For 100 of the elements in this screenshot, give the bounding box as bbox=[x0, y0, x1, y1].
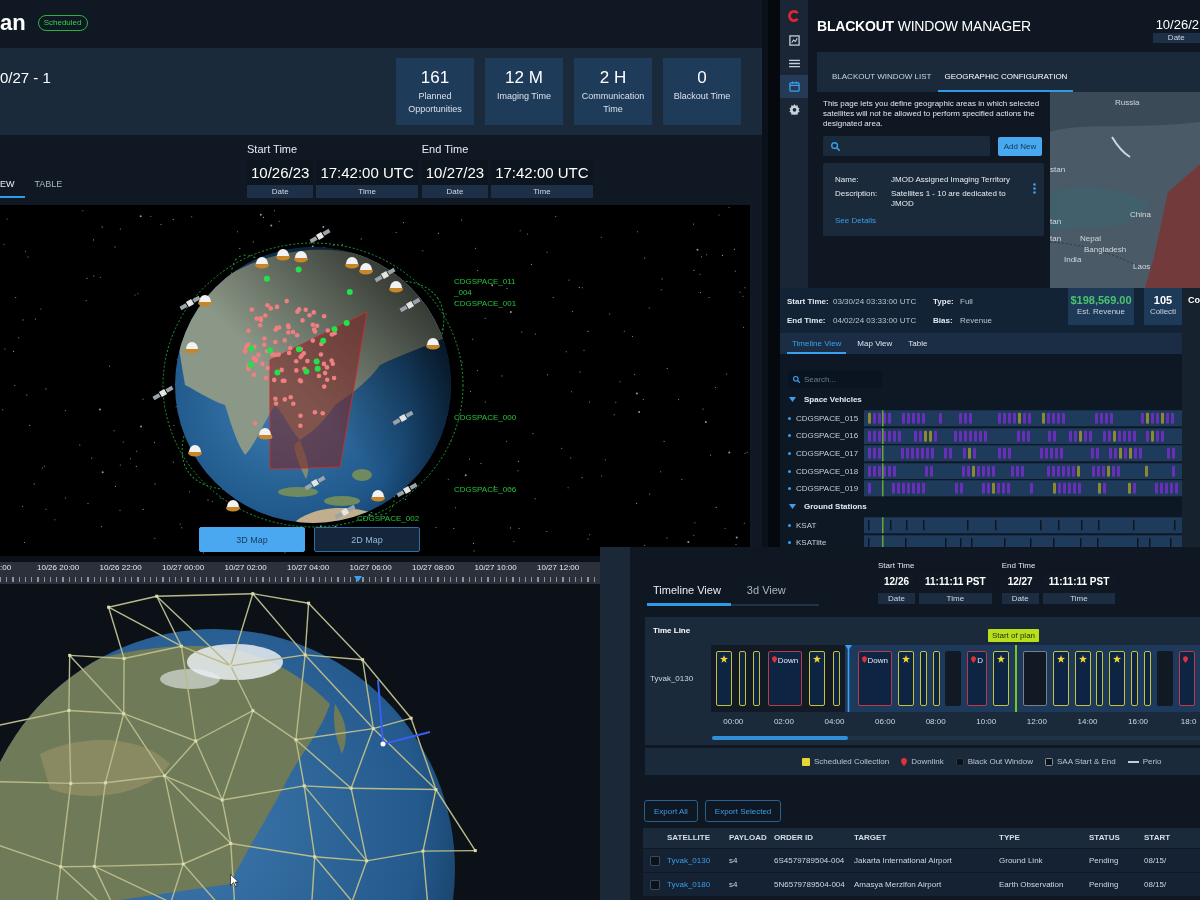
field-value: Satellites 1 - 10 are dedicated to JMOD bbox=[891, 189, 1007, 209]
pass-block[interactable] bbox=[932, 651, 940, 706]
add-new-button[interactable]: Add New bbox=[998, 136, 1042, 156]
field-value: Revenue bbox=[960, 315, 994, 326]
map-mode-button[interactable]: 2D Map bbox=[314, 527, 420, 552]
view-tab[interactable]: TABLE bbox=[34, 179, 73, 198]
time-field[interactable]: 17:42:00 UTC bbox=[491, 160, 593, 185]
satellite-icon[interactable] bbox=[374, 267, 396, 283]
pass-block[interactable] bbox=[919, 651, 927, 706]
scrollbar-thumb[interactable] bbox=[712, 736, 848, 740]
pass-block[interactable] bbox=[739, 651, 747, 706]
field-value: Full bbox=[960, 296, 974, 307]
list-icon bbox=[788, 59, 800, 68]
satellite-icon[interactable] bbox=[399, 297, 421, 313]
tree-item[interactable]: CDGSPACE_018 bbox=[796, 466, 859, 476]
dot-icon bbox=[788, 523, 791, 527]
field-heading: Start Time bbox=[878, 561, 916, 571]
pass-block[interactable] bbox=[753, 651, 761, 706]
checkbox[interactable] bbox=[650, 879, 660, 890]
date-field[interactable]: 10/26/2 bbox=[1152, 16, 1200, 33]
blackout-block bbox=[945, 651, 962, 706]
satellite-icon[interactable] bbox=[426, 338, 440, 350]
tree-item[interactable]: CDGSPACE_019 bbox=[796, 484, 859, 494]
downlink-block[interactable]: D bbox=[967, 651, 988, 706]
satellite-icon[interactable] bbox=[255, 257, 269, 269]
pass-block[interactable] bbox=[832, 651, 840, 706]
axis-label: 08:00 bbox=[924, 716, 947, 728]
collection-block[interactable] bbox=[1074, 651, 1091, 706]
satellite-icon[interactable] bbox=[389, 281, 403, 293]
checkbox[interactable] bbox=[650, 855, 660, 866]
kebab-menu-icon[interactable] bbox=[1033, 183, 1036, 194]
date-field[interactable]: 10/27/23 bbox=[421, 160, 489, 185]
satellite-icon[interactable] bbox=[392, 410, 414, 426]
map-label: tan bbox=[1050, 217, 1062, 226]
stat-value: 2 H bbox=[599, 68, 627, 88]
time-marker-icon[interactable] bbox=[354, 576, 362, 582]
table-cell-text: 5N6579789504-004 bbox=[774, 879, 846, 891]
satellite-icon[interactable] bbox=[226, 500, 240, 512]
tab[interactable]: Timeline View bbox=[647, 584, 731, 606]
time-ruler[interactable]: :00 10/26 20:00 10/26 22:00 10/27 00:00 10/27 02:00 10/27 04:00 10/27 06:00 10/27 08:00 10/27 10:00 10/27 12:00 bbox=[0, 562, 600, 584]
satellite-label: CDGSPACE_006 bbox=[454, 485, 517, 494]
tab[interactable]: 3d View bbox=[740, 584, 796, 606]
satellite-icon[interactable] bbox=[359, 263, 373, 275]
field-value: 03/30/24 03:33:00 UTC bbox=[833, 296, 918, 307]
satellite-icon[interactable] bbox=[258, 428, 272, 440]
satellite-icon[interactable] bbox=[396, 482, 418, 498]
date-field[interactable]: 10/26/23 bbox=[247, 160, 314, 185]
pass-block[interactable] bbox=[1096, 651, 1104, 706]
tree-item[interactable]: KSAT bbox=[796, 520, 817, 530]
satellite-icon[interactable] bbox=[152, 385, 174, 401]
view-tab[interactable]: EW bbox=[0, 179, 25, 198]
time-field[interactable]: 17:42:00 UTC bbox=[316, 160, 418, 185]
search-field[interactable] bbox=[823, 136, 990, 156]
satellite-icon[interactable] bbox=[198, 295, 212, 307]
collection-block[interactable] bbox=[897, 651, 914, 706]
caret-icon[interactable] bbox=[789, 397, 796, 402]
tab[interactable]: Table bbox=[903, 339, 933, 354]
tree-item[interactable]: CDGSPACE_016 bbox=[796, 431, 859, 441]
export-button[interactable]: Export Selected bbox=[704, 800, 782, 822]
satellite-icon[interactable] bbox=[179, 295, 201, 311]
dot-icon bbox=[788, 434, 791, 438]
tab[interactable]: Map View bbox=[852, 339, 898, 354]
saa-block bbox=[1022, 651, 1047, 706]
tree-item[interactable]: CDGSPACE_017 bbox=[796, 449, 859, 458]
export-button[interactable]: Export All bbox=[644, 800, 698, 822]
collection-block[interactable] bbox=[993, 651, 1009, 706]
tree-item[interactable]: KSATlite bbox=[796, 538, 827, 547]
satellite-link[interactable]: Tyvak_0130 bbox=[667, 849, 729, 872]
satellite-icon[interactable] bbox=[309, 228, 331, 244]
field-caption: Time bbox=[491, 185, 593, 198]
collection-block[interactable] bbox=[716, 651, 732, 706]
plan-start-tooltip: Start of plan bbox=[987, 629, 1040, 642]
search-field[interactable]: Search... bbox=[788, 371, 882, 388]
satellite-icon[interactable] bbox=[188, 445, 202, 457]
satellite-icon[interactable] bbox=[345, 257, 359, 269]
stat-label: Collecti bbox=[1149, 307, 1177, 317]
satellite-link[interactable]: Tyvak_0180 bbox=[667, 873, 729, 896]
map-mode-button[interactable]: 3D Map bbox=[199, 527, 305, 552]
map-label: stan bbox=[1050, 165, 1066, 174]
satellite-icon[interactable] bbox=[334, 504, 356, 520]
downlink-block[interactable] bbox=[1178, 651, 1195, 706]
pass-block[interactable] bbox=[1131, 651, 1139, 706]
collection-block[interactable] bbox=[1052, 651, 1069, 706]
caret-icon[interactable] bbox=[789, 503, 796, 509]
satellite-icon[interactable] bbox=[294, 251, 308, 263]
satellite-icon[interactable] bbox=[276, 249, 290, 261]
collection-block[interactable] bbox=[1109, 651, 1126, 706]
map-label: India bbox=[1064, 255, 1082, 264]
downlink-block[interactable]: Down bbox=[857, 651, 892, 706]
pass-block[interactable] bbox=[1144, 651, 1151, 706]
table-cell-text: 6S4579789504-004 bbox=[774, 855, 846, 867]
tree-item[interactable]: CDGSPACE_015 bbox=[796, 413, 859, 423]
satellite-icon[interactable] bbox=[371, 490, 385, 502]
tab[interactable]: Timeline View bbox=[787, 339, 847, 354]
see-details-link[interactable]: See Details bbox=[835, 216, 876, 226]
block-label: Down bbox=[777, 656, 799, 665]
collection-swatch-icon bbox=[802, 757, 810, 766]
tab[interactable]: BLACKOUT WINDOW LIST bbox=[826, 72, 938, 92]
downlink-block[interactable]: Down bbox=[767, 651, 803, 706]
collection-block[interactable] bbox=[809, 651, 826, 706]
